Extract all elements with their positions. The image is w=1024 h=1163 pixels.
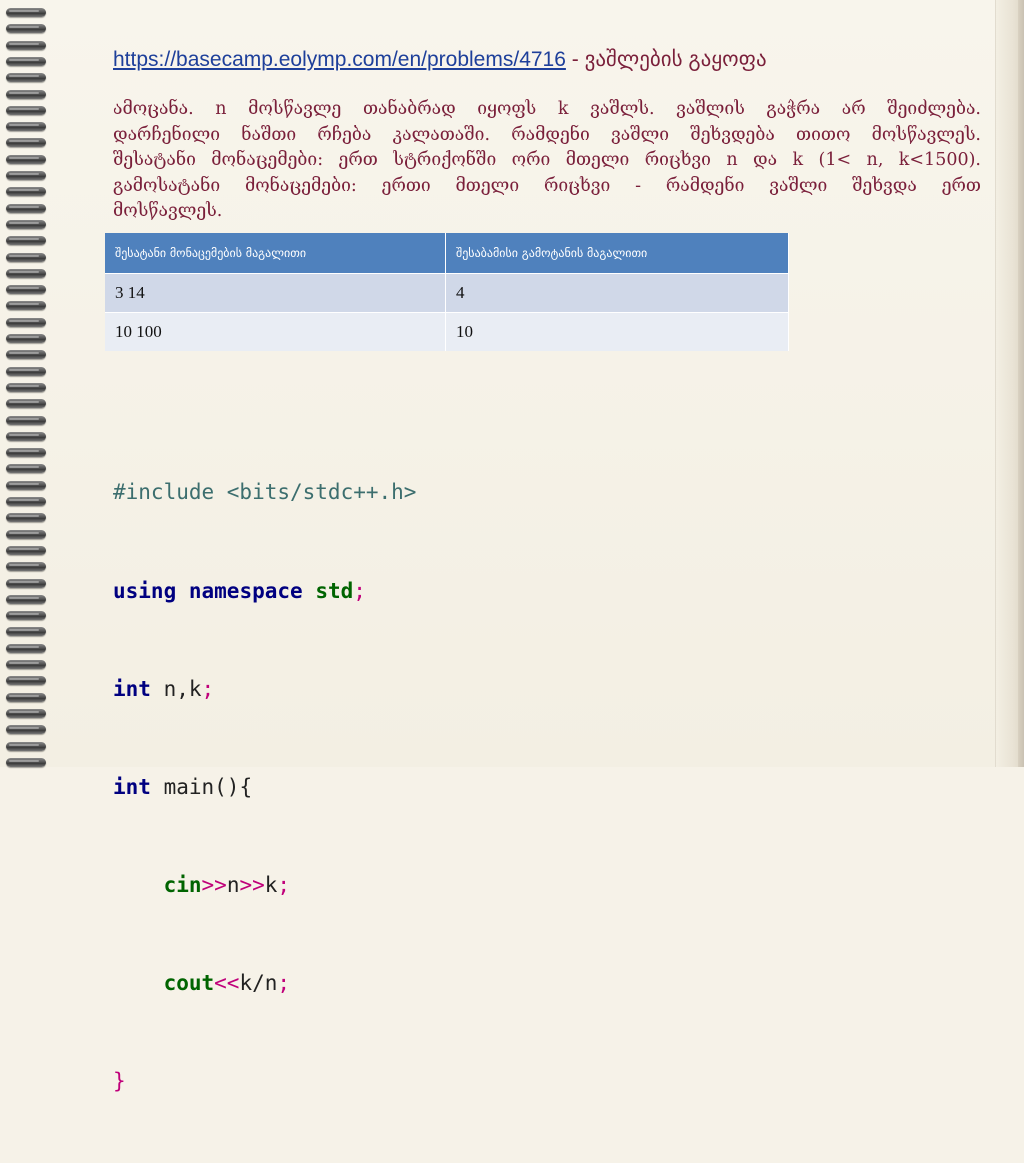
code-line-using: using namespace std; <box>113 575 416 608</box>
binding-ring <box>6 252 46 262</box>
input-cell: 10 100 <box>105 312 446 351</box>
code-punct: ; <box>277 872 291 897</box>
table-row: 3 14 4 <box>105 273 789 313</box>
binding-ring <box>6 708 46 718</box>
description-line: გამოსატანი მონაცემები: ერთი მთელი რიცხვი… <box>113 175 981 196</box>
code-punct: ; <box>353 578 366 603</box>
binding-ring <box>6 578 46 588</box>
binding-ring <box>6 89 46 99</box>
code-operator: >> <box>201 872 227 897</box>
code-line-include: #include <bits/stdc++.h> <box>113 480 417 505</box>
page-edge <box>995 0 1024 767</box>
code-line-close: } <box>113 1068 126 1093</box>
binding-ring <box>6 757 46 767</box>
binding-ring <box>6 415 46 425</box>
binding-ring <box>6 219 46 229</box>
binding-ring <box>6 741 46 751</box>
binding-ring <box>6 8 46 17</box>
code-identifiers: n <box>226 872 240 897</box>
binding-ring <box>6 40 46 50</box>
binding-ring <box>6 171 46 180</box>
code-identifiers: n,k <box>150 676 202 701</box>
binding-ring <box>6 513 46 523</box>
description-line: მოსწავლეს. <box>113 201 223 221</box>
binding-ring <box>6 562 46 572</box>
binding-ring <box>6 366 46 376</box>
code-identifiers: k <box>264 872 278 897</box>
code-line-declare: int n,k; <box>113 673 416 706</box>
binding-ring <box>6 594 46 604</box>
binding-ring <box>6 529 46 539</box>
binding-ring <box>6 301 46 311</box>
output-example-header: შესაბამისი გამოტანის მაგალითი <box>445 233 789 274</box>
io-example-table: შესატანი მონაცემების მაგალითი შესაბამისი… <box>105 233 789 351</box>
binding-ring <box>6 660 46 669</box>
binding-ring <box>6 382 46 392</box>
keyword: using <box>113 578 177 603</box>
description-line: შესატანი მონაცემები: ერთ სტრიქონში ორი მ… <box>113 150 981 170</box>
binding-ring <box>6 285 46 295</box>
input-cell: 3 14 <box>105 273 446 313</box>
binding-ring <box>6 545 46 555</box>
binding-ring <box>6 350 46 360</box>
binding-ring <box>6 24 46 34</box>
binding-ring <box>6 105 46 115</box>
keyword: namespace <box>188 578 303 603</box>
code-line-main: int main(){ <box>113 771 416 804</box>
keyword: cin <box>163 872 202 897</box>
binding-ring <box>6 643 46 653</box>
binding-ring <box>6 431 46 441</box>
binding-ring <box>6 236 46 246</box>
code-block: #include <bits/stdc++.h> using namespace… <box>113 411 416 1163</box>
code-punct: ; <box>201 676 215 701</box>
binding-ring <box>6 480 46 490</box>
binding-ring <box>6 268 46 278</box>
code-identifiers: main(){ <box>150 774 253 799</box>
namespace-name: std <box>315 578 354 603</box>
binding-ring <box>6 692 46 702</box>
binding-ring <box>6 122 46 132</box>
binding-ring <box>6 611 46 621</box>
binding-ring <box>6 399 46 409</box>
description-line: დარჩენილი ნაშთი რჩება კალათაში. რამდენი … <box>113 124 981 145</box>
binding-ring <box>6 73 46 83</box>
keyword: int <box>113 774 151 799</box>
input-example-header: შესატანი მონაცემების მაგალითი <box>105 233 446 274</box>
binding-ring <box>6 676 46 686</box>
binding-ring <box>6 497 46 506</box>
binding-ring <box>6 56 46 66</box>
binding-ring <box>6 138 46 148</box>
code-operator: << <box>214 970 240 995</box>
code-identifiers: k/n <box>239 970 278 995</box>
page-title: https://basecamp.eolymp.com/en/problems/… <box>113 47 767 72</box>
binding-ring <box>6 627 46 637</box>
binding-ring <box>6 464 46 474</box>
binding-ring <box>6 187 46 197</box>
code-line-cin: cin>>n>>k; <box>113 869 416 902</box>
code-line-cout: cout<<k/n; <box>113 967 416 1000</box>
keyword: int <box>113 676 151 701</box>
table-row: 10 100 10 <box>105 312 789 351</box>
binding-ring <box>6 154 46 164</box>
binding-ring <box>6 334 46 343</box>
description-line: ამოცანა. n მოსწავლე თანაბრად იყოფს k ვაშ… <box>113 99 981 119</box>
binding-ring <box>6 448 46 458</box>
notebook-page: https://basecamp.eolymp.com/en/problems/… <box>0 0 1024 1093</box>
output-cell: 4 <box>445 273 789 313</box>
binding-ring <box>6 317 46 327</box>
code-punct: ; <box>277 970 291 995</box>
title-text: - ვაშლების გაყოფა <box>565 48 767 71</box>
spiral-binding <box>0 0 48 767</box>
table-header-row: შესატანი მონაცემების მაგალითი შესაბამისი… <box>105 233 789 274</box>
binding-ring <box>6 725 46 735</box>
problem-description: ამოცანა. n მოსწავლე თანაბრად იყოფს k ვაშ… <box>113 97 981 225</box>
code-operator: >> <box>239 872 265 897</box>
keyword: cout <box>163 970 215 995</box>
output-cell: 10 <box>445 312 789 351</box>
problem-link[interactable]: https://basecamp.eolymp.com/en/problems/… <box>113 48 566 71</box>
binding-ring <box>6 203 46 213</box>
